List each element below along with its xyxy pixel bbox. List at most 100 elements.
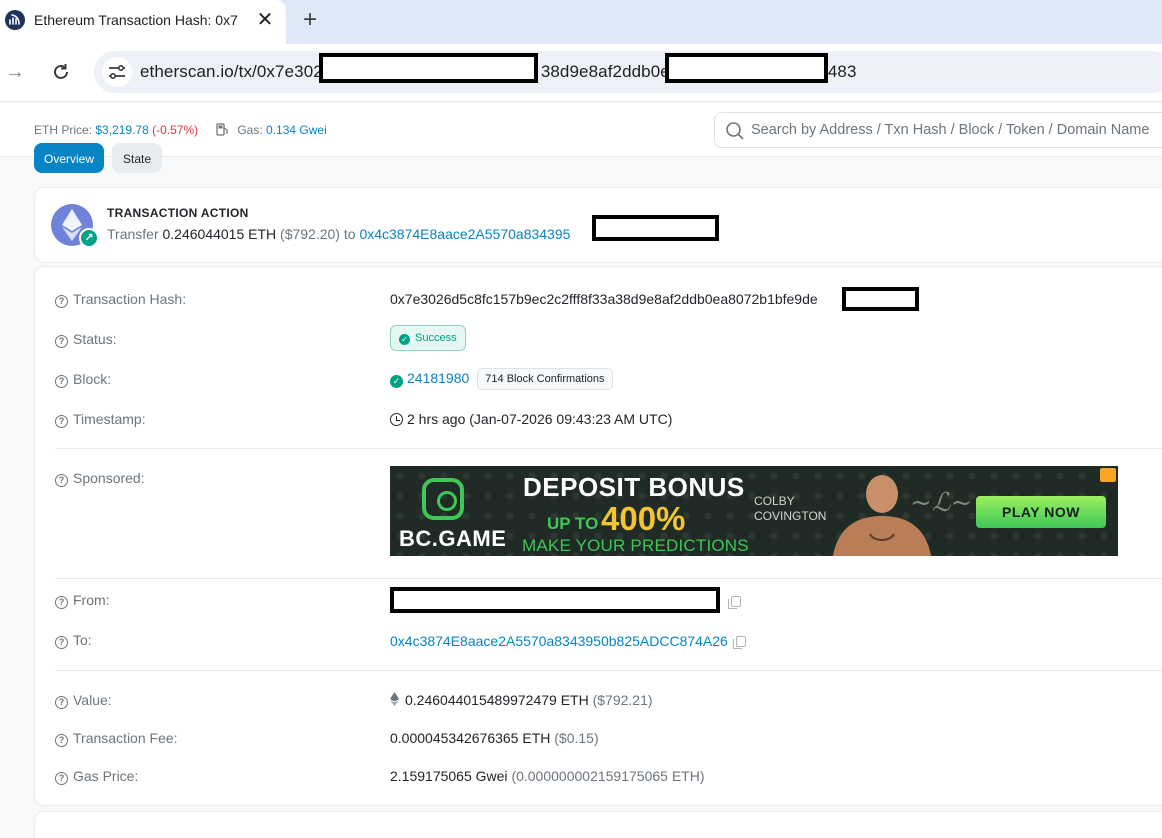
help-icon[interactable]: ? (55, 375, 68, 388)
fee-row: 0.000045342676365 ETH ($0.15) (390, 730, 599, 746)
divider (55, 448, 1162, 449)
eth-price: ETH Price: $3,219.78 (-0.57%) (34, 123, 198, 137)
help-icon[interactable]: ? (55, 734, 68, 747)
gas-price-row: 2.159175065 Gwei (0.000000002159175065 E… (390, 768, 704, 784)
clock-icon (390, 413, 403, 426)
tab-title: Ethereum Transaction Hash: 0x7 (34, 12, 238, 28)
help-icon[interactable]: ? (55, 474, 68, 487)
help-icon[interactable]: ? (55, 335, 68, 348)
eth-price-change: (-0.57%) (152, 123, 199, 137)
url-part-2: 38d9e8af2ddb0e (540, 62, 670, 81)
to-address-link[interactable]: 0x4c3874E8aace2A5570a8343950b825ADCC874A… (390, 633, 728, 649)
new-tab-icon[interactable]: + (298, 6, 322, 34)
from-label-text: From: (73, 592, 110, 608)
gas-price-eth: (0.000000002159175065 ETH) (511, 768, 705, 784)
divider (55, 578, 1162, 579)
to-row: 0x4c3874E8aace2A5570a8343950b825ADCC874A… (390, 633, 746, 649)
block-label: ? Block: (55, 371, 111, 388)
timestamp-label: ? Timestamp: (55, 411, 146, 428)
ad-name-line1: COLBY (754, 494, 795, 508)
bc-game-logo-icon (422, 478, 464, 520)
to-label-text: To: (73, 632, 92, 648)
url-part-1: etherscan.io/tx/0x7e302 (140, 62, 323, 81)
ad-headline: DEPOSIT BONUS (523, 472, 745, 502)
from-label: ? From: (55, 592, 110, 609)
sponsored-label-text: Sponsored: (73, 470, 145, 486)
redaction-box (592, 215, 719, 241)
value-usd: ($792.21) (592, 692, 653, 708)
ad-percent: 400% (601, 500, 686, 537)
help-icon[interactable]: ? (55, 295, 68, 308)
confirmations-badge: 714 Block Confirmations (477, 368, 613, 390)
help-icon[interactable]: ? (55, 696, 68, 709)
ad-fighter-name: COLBY COVINGTON (754, 494, 826, 524)
gas-label: Gas: (237, 123, 263, 137)
stats-bar: ETH Price: $3,219.78 (-0.57%) Gas: 0.134… (0, 103, 1162, 157)
help-icon[interactable]: ? (55, 636, 68, 649)
action-title: TRANSACTION ACTION (107, 206, 249, 220)
timestamp-label-text: Timestamp: (73, 411, 146, 427)
action-to-address-link[interactable]: 0x4c3874E8aace2A5570a834395 (359, 226, 570, 242)
search-box[interactable] (714, 112, 1162, 148)
help-icon[interactable]: ? (55, 772, 68, 785)
sponsored-label: ? Sponsored: (55, 470, 145, 487)
copy-icon[interactable] (728, 596, 741, 609)
check-circle-icon: ✓ (399, 334, 410, 345)
eth-price-value[interactable]: $3,219.78 (95, 123, 148, 137)
gas-price-label: ? Gas Price: (55, 768, 138, 785)
action-verb: Transfer (107, 226, 159, 242)
value-eth: 0.246044015489972479 ETH (405, 692, 589, 708)
outgoing-arrow-icon: ↗ (79, 228, 99, 248)
close-tab-icon[interactable]: ✕ (255, 9, 275, 31)
tab-overview[interactable]: Overview (34, 143, 104, 173)
search-icon (726, 122, 744, 140)
hash-value: 0x7e3026d5c8fc157b9ec2c2fff8f33a38d9e8af… (390, 291, 818, 307)
sponsored-ad-banner[interactable]: BC.GAME DEPOSIT BONUS UP TO 400% MAKE YO… (390, 466, 1118, 556)
ad-name-line2: COVINGTON (754, 509, 827, 523)
help-icon[interactable]: ? (55, 596, 68, 609)
gas-price: Gas: 0.134 Gwei (216, 123, 327, 137)
hash-label: ? Transaction Hash: (55, 291, 186, 308)
status-row: ✓ Success (390, 325, 466, 351)
fee-eth: 0.000045342676365 ETH (390, 730, 551, 746)
gas-pump-icon (216, 123, 228, 136)
transaction-action-card: ↗ TRANSACTION ACTION Transfer 0.24604401… (34, 187, 1162, 263)
status-text: Success (415, 332, 457, 344)
browser-tab[interactable]: Ethereum Transaction Hash: 0x7 ✕ (0, 0, 286, 44)
value-label: ? Value: (55, 692, 112, 709)
ad-brand: BC.GAME (399, 526, 507, 551)
tab-state[interactable]: State (112, 143, 162, 173)
redaction-box (842, 287, 919, 311)
forward-arrow-icon[interactable]: → (5, 60, 27, 84)
ad-play-now-button[interactable]: PLAY NOW (976, 496, 1106, 528)
block-label-text: Block: (73, 371, 112, 387)
transaction-details-card: ? Transaction Hash: 0x7e3026d5c8fc157b9ec… (34, 266, 1162, 806)
gas-price-label-text: Gas Price: (73, 768, 139, 784)
fee-usd: ($0.15) (554, 730, 599, 746)
help-icon[interactable]: ? (55, 415, 68, 428)
url-part-3: 483 (827, 62, 857, 81)
ad-choices-icon[interactable] (1100, 468, 1116, 482)
copy-icon[interactable] (732, 636, 746, 649)
address-bar[interactable]: etherscan.io/tx/0x7e302 38d9e8af2ddb0e 483 (94, 51, 1162, 93)
check-circle-icon: ✓ (390, 375, 403, 388)
ad-signature-icon: ~ℒ~ (910, 488, 973, 518)
gas-value[interactable]: 0.134 Gwei (266, 123, 327, 137)
block-number-link[interactable]: 24181980 (407, 370, 469, 386)
site-settings-icon[interactable] (102, 57, 132, 87)
redaction-box (665, 53, 828, 83)
eth-price-label: ETH Price: (34, 123, 93, 137)
action-to-word: to (343, 226, 356, 242)
reload-icon[interactable] (50, 61, 72, 83)
more-details-card (34, 811, 1162, 838)
redaction-box (390, 587, 720, 613)
divider (55, 670, 1162, 671)
status-badge: ✓ Success (390, 325, 466, 351)
redaction-box (319, 53, 538, 83)
search-input[interactable] (751, 120, 1162, 140)
gas-price-gwei: 2.159175065 Gwei (390, 768, 508, 784)
etherscan-favicon-icon (5, 10, 25, 30)
fee-label-text: Transaction Fee: (73, 730, 178, 746)
value-row: 0.246044015489972479 ETH ($792.21) (390, 692, 653, 708)
ethereum-diamond-icon (390, 692, 399, 706)
